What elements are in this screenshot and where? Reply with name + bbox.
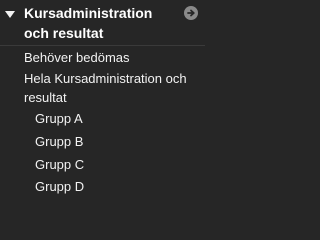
menu-item-group-d[interactable]: Grupp D: [35, 177, 84, 196]
header-divider: [0, 45, 205, 46]
arrow-circle-right-icon[interactable]: [184, 6, 198, 20]
menu-item-group-c[interactable]: Grupp C: [35, 155, 84, 174]
panel-title: Kursadministration och resultat: [24, 5, 153, 41]
course-admin-panel: Kursadministration och resultat Behöver …: [0, 0, 205, 204]
menu-item-all-course-admin[interactable]: Hela Kursadministration och resultat: [24, 69, 199, 107]
menu-item-group-a[interactable]: Grupp A: [35, 109, 83, 128]
caret-down-icon[interactable]: [5, 11, 15, 18]
panel-header[interactable]: Kursadministration och resultat: [0, 0, 205, 44]
menu-item-group-b[interactable]: Grupp B: [35, 132, 83, 151]
arrow-right-glyph: [187, 9, 195, 17]
menu-item-needs-grading[interactable]: Behöver bedömas: [24, 48, 130, 67]
